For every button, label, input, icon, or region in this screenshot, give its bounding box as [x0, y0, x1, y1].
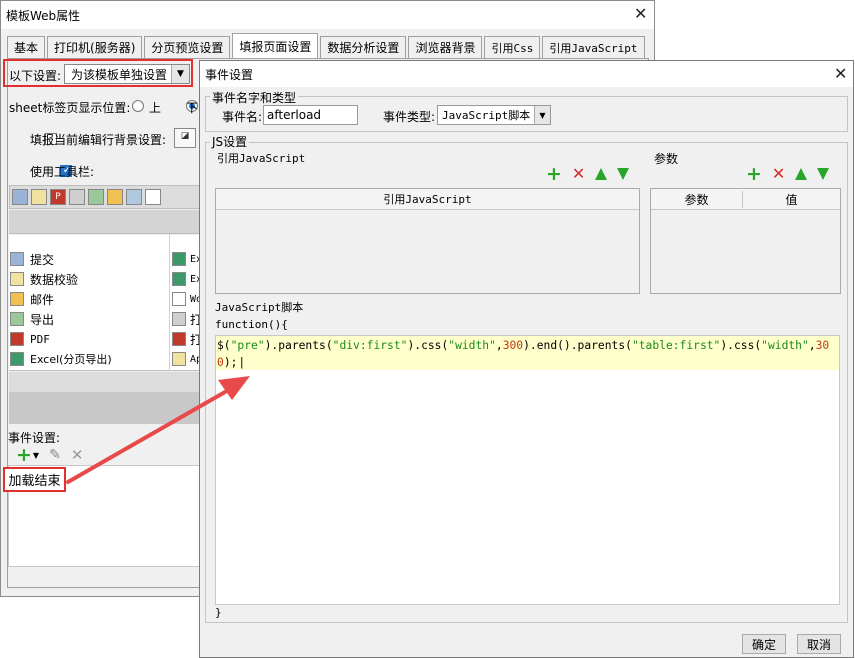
- annotation-arrow: [66, 376, 250, 484]
- arrow-shaft: [66, 386, 234, 484]
- arrow-head: [218, 376, 250, 400]
